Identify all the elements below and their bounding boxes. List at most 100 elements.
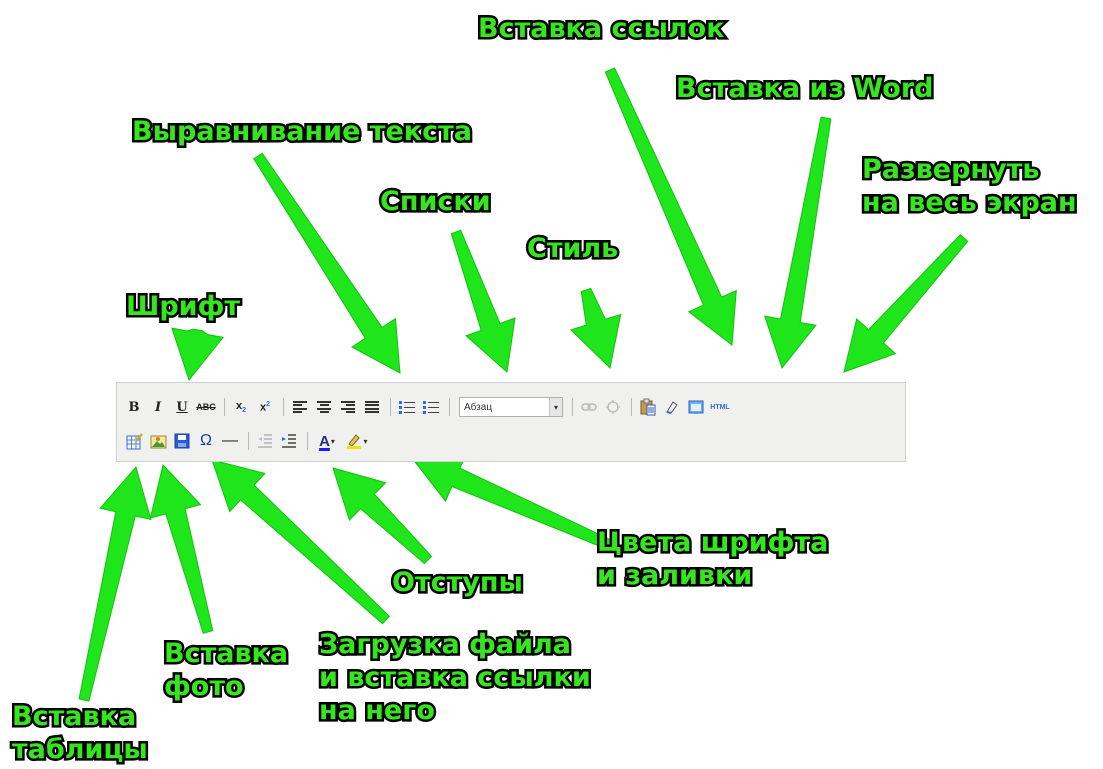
separator [224,398,225,416]
label-align: Выравнивание текста [130,114,475,150]
html-icon: HTML [710,403,730,411]
separator [390,398,391,416]
label-upload-line-2: и вставка ссылки [317,660,594,696]
arrow-font [171,327,225,382]
indent-button[interactable] [278,430,300,452]
align-center-button[interactable] [313,396,335,418]
numbered-list-button[interactable] [420,396,442,418]
strikethrough-icon: ABC [196,402,216,412]
editor-toolbar: B I U ABC x2 x2 Абзац ▾ HTML Ω — A ▾ ▾ [116,382,906,462]
toolbar-row-2: Ω — A ▾ ▾ [123,427,373,455]
align-right-button[interactable] [337,396,359,418]
bullet-list-button[interactable] [396,396,418,418]
label-upload-line-3: на него [317,693,438,729]
highlight-button[interactable]: ▾ [343,430,371,452]
label-photo: Вставка фото [161,636,290,705]
separator [449,398,450,416]
unlink-button[interactable] [602,396,624,418]
paste-word-icon [640,398,656,416]
bold-button[interactable]: B [123,396,145,418]
chevron-down-icon: ▾ [330,436,335,446]
table-button[interactable] [123,430,145,452]
html-button[interactable]: HTML [709,396,731,418]
unlink-icon [606,400,620,414]
subscript-button[interactable]: x2 [230,396,252,418]
hr-icon: — [222,432,238,449]
label-table: Вставка таблицы [10,699,151,768]
arrow-links [604,67,737,346]
label-fullscreen-line-1: Развернуть [860,152,1042,188]
horizontal-rule-button[interactable]: — [219,430,241,452]
separator [572,398,573,416]
label-fullscreen: Развернуть на весь экран [860,152,1080,221]
label-colors-line-1: Цвета шрифта [594,525,830,561]
arrow-lists [450,229,516,373]
align-right-icon [341,401,355,413]
omega-icon: Ω [200,432,212,449]
style-select[interactable]: Абзац ▾ [459,397,563,417]
arrow-colors [411,452,613,551]
label-photo-line-2: фото [161,669,246,705]
align-left-icon [293,401,307,413]
toolbar-row-1: B I U ABC x2 x2 Абзац ▾ HTML [123,393,733,421]
indent-icon [282,434,296,448]
highlight-icon [347,434,362,449]
label-table-line-1: Вставка [10,699,139,735]
label-table-line-2: таблицы [10,732,151,768]
superscript-icon: x2 [259,400,271,414]
italic-button[interactable]: I [147,396,169,418]
arrow-indents [332,467,433,565]
label-colors-line-2: и заливки [594,558,754,594]
bold-icon: B [128,399,140,415]
image-icon [150,435,166,448]
special-char-button[interactable]: Ω [195,430,217,452]
arrow-word [763,116,832,370]
style-select-value: Абзац [464,401,493,413]
table-icon [126,432,143,449]
italic-icon: I [154,399,162,415]
label-font: Шрифт [123,289,242,325]
cleanup-button[interactable] [661,396,683,418]
bullet-list-icon [399,401,415,414]
outdent-button[interactable] [254,430,276,452]
label-upload: Загрузка файла и вставка ссылки на него [317,627,594,729]
underline-button[interactable]: U [171,396,193,418]
label-upload-line-1: Загрузка файла [317,627,574,663]
save-file-icon [174,433,190,449]
arrow-table [78,465,152,702]
font-color-icon: A [319,432,330,450]
label-word: Вставка из Word [674,71,937,107]
paste-word-button[interactable] [637,396,659,418]
save-file-button[interactable] [171,430,193,452]
label-lists: Списки [378,184,494,220]
align-center-icon [317,401,331,413]
arrow-align [253,152,401,374]
cleanup-icon [666,401,678,414]
fullscreen-icon [688,400,704,414]
label-photo-line-1: Вставка [161,636,290,672]
fullscreen-button[interactable] [685,396,707,418]
image-button[interactable] [147,430,169,452]
strikethrough-button[interactable]: ABC [195,396,217,418]
chevron-down-icon[interactable]: ▾ [549,398,562,416]
align-left-button[interactable] [289,396,311,418]
align-justify-icon [365,401,379,413]
separator [283,398,284,416]
label-fullscreen-line-2: на весь экран [860,185,1080,221]
font-color-button[interactable]: A ▾ [313,430,341,452]
subscript-icon: x2 [235,399,247,415]
label-style: Стиль [524,231,620,267]
underline-icon: U [176,399,188,415]
superscript-button[interactable]: x2 [254,396,276,418]
align-justify-button[interactable] [361,396,383,418]
separator [248,432,249,450]
separator [307,432,308,450]
chevron-down-icon: ▾ [363,436,368,446]
separator [631,398,632,416]
label-links: Вставка ссылок [476,11,728,47]
outdent-icon [258,434,272,448]
numbered-list-icon [423,401,439,414]
link-button[interactable] [578,396,600,418]
arrow-style [570,287,622,370]
label-colors: Цвета шрифта и заливки [594,525,830,594]
